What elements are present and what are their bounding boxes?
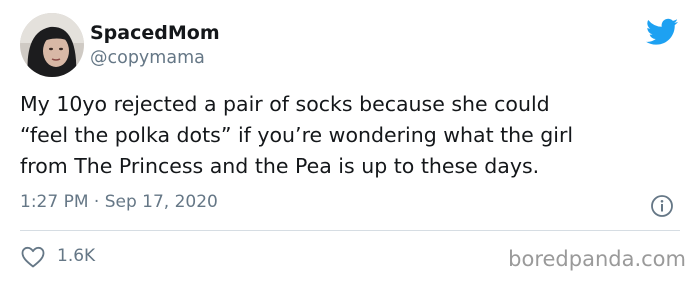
divider xyxy=(20,230,680,231)
twitter-bird-icon[interactable] xyxy=(646,18,678,46)
tweet-text-line: My 10yo rejected a pair of socks because… xyxy=(20,92,550,116)
tweet-timestamp[interactable]: 1:27 PM · Sep 17, 2020 xyxy=(20,192,218,212)
author-handle[interactable]: @copymama xyxy=(90,48,205,68)
author-display-name[interactable]: SpacedMom xyxy=(90,22,220,44)
like-count[interactable]: 1.6K xyxy=(57,246,95,266)
tweet-text-line: from The Princess and the Pea is up to t… xyxy=(20,154,540,178)
tweet-text: My 10yo rejected a pair of socks because… xyxy=(20,89,690,182)
tweet-text-line: “feel the polka dots” if you’re wonderin… xyxy=(20,123,574,147)
info-icon[interactable] xyxy=(650,194,674,218)
heart-outline-icon[interactable] xyxy=(21,246,45,268)
watermark: boredpanda.com xyxy=(508,247,686,271)
avatar[interactable] xyxy=(20,13,84,77)
